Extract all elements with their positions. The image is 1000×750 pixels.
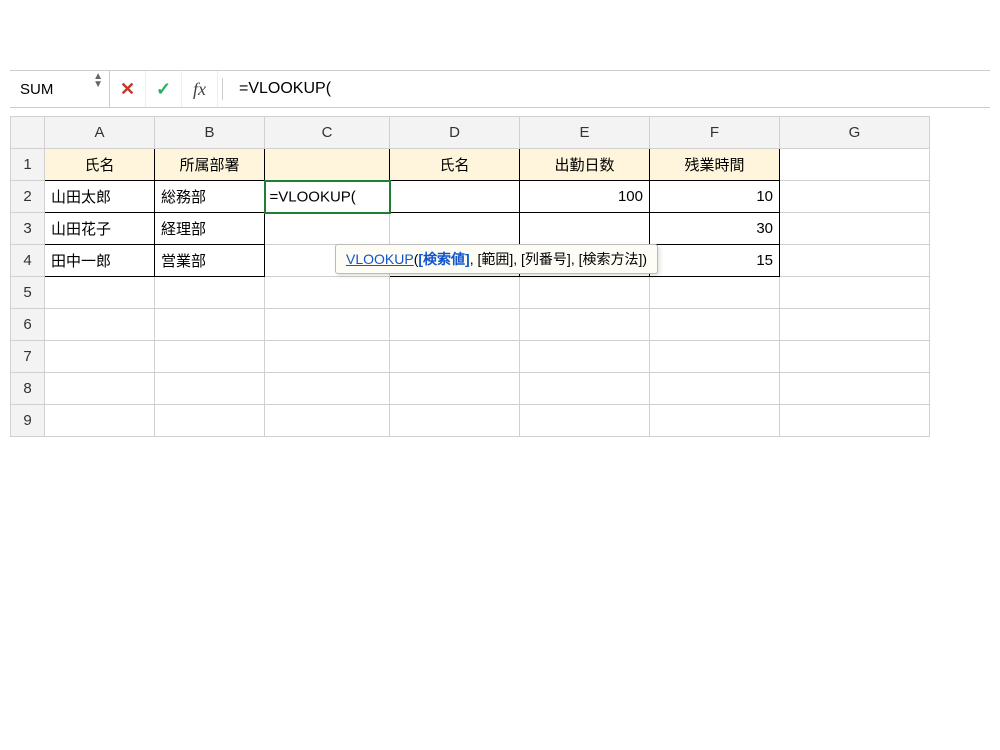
cell-C6[interactable] (265, 309, 390, 341)
formula-bar: SUM ▲ ▼ ✕ ✓ fx =VLOOKUP( (10, 70, 990, 108)
formula-input[interactable]: =VLOOKUP( (227, 80, 990, 98)
cell-F5[interactable] (650, 277, 780, 309)
cell-D1[interactable]: 氏名 (390, 149, 520, 181)
cell-B6[interactable] (155, 309, 265, 341)
cell-F4[interactable]: 15 (650, 245, 780, 277)
cell-F3[interactable]: 30 (650, 213, 780, 245)
col-header-A[interactable]: A (45, 117, 155, 149)
select-all-corner[interactable] (11, 117, 45, 149)
cell-C2-text: =VLOOKUP( (270, 188, 360, 205)
cell-F7[interactable] (650, 341, 780, 373)
spreadsheet-grid[interactable]: A B C D E F G 1 氏名 所属部署 氏名 出勤日数 残業時間 2 山… (10, 116, 930, 437)
confirm-icon: ✓ (156, 79, 171, 100)
row-header-4[interactable]: 4 (11, 245, 45, 277)
col-header-B[interactable]: B (155, 117, 265, 149)
name-box-spinner[interactable]: ▲ ▼ (93, 73, 103, 89)
cell-D3[interactable] (390, 213, 520, 245)
cell-B2[interactable]: 総務部 (155, 181, 265, 213)
cell-E9[interactable] (520, 405, 650, 437)
cell-B4[interactable]: 営業部 (155, 245, 265, 277)
cell-G2[interactable] (780, 181, 930, 213)
col-header-F[interactable]: F (650, 117, 780, 149)
cell-E6[interactable] (520, 309, 650, 341)
cell-D8[interactable] (390, 373, 520, 405)
fx-icon: fx (193, 79, 206, 100)
col-header-E[interactable]: E (520, 117, 650, 149)
tooltip-fn-name[interactable]: VLOOKUP (346, 251, 414, 267)
cell-A9[interactable] (45, 405, 155, 437)
cell-G1[interactable] (780, 149, 930, 181)
cell-G9[interactable] (780, 405, 930, 437)
function-tooltip[interactable]: VLOOKUP([検索値], [範囲], [列番号], [検索方法]) (335, 244, 658, 274)
divider (222, 78, 223, 100)
cell-A4[interactable]: 田中一郎 (45, 245, 155, 277)
tooltip-arg-active[interactable]: [検索値] (418, 251, 469, 267)
cell-A6[interactable] (45, 309, 155, 341)
cell-F2[interactable]: 10 (650, 181, 780, 213)
cell-G6[interactable] (780, 309, 930, 341)
formula-cancel-button[interactable]: ✕ (110, 71, 146, 107)
cell-D9[interactable] (390, 405, 520, 437)
cell-E3[interactable] (520, 213, 650, 245)
cell-D7[interactable] (390, 341, 520, 373)
cell-C8[interactable] (265, 373, 390, 405)
row-header-3[interactable]: 3 (11, 213, 45, 245)
col-header-C[interactable]: C (265, 117, 390, 149)
cell-A8[interactable] (45, 373, 155, 405)
cell-C9[interactable] (265, 405, 390, 437)
insert-function-button[interactable]: fx (182, 71, 218, 107)
cell-B7[interactable] (155, 341, 265, 373)
row-header-9[interactable]: 9 (11, 405, 45, 437)
cell-E5[interactable] (520, 277, 650, 309)
chevron-down-icon[interactable]: ▼ (93, 81, 103, 89)
col-header-G[interactable]: G (780, 117, 930, 149)
name-box[interactable]: SUM ▲ ▼ (10, 71, 110, 107)
cell-G4[interactable] (780, 245, 930, 277)
cell-E1[interactable]: 出勤日数 (520, 149, 650, 181)
cell-F1[interactable]: 残業時間 (650, 149, 780, 181)
cell-A3[interactable]: 山田花子 (45, 213, 155, 245)
cell-A7[interactable] (45, 341, 155, 373)
cell-B9[interactable] (155, 405, 265, 437)
cancel-icon: ✕ (120, 79, 135, 100)
cell-D2[interactable] (390, 181, 520, 213)
row-header-8[interactable]: 8 (11, 373, 45, 405)
cell-F8[interactable] (650, 373, 780, 405)
cell-E8[interactable] (520, 373, 650, 405)
cell-G5[interactable] (780, 277, 930, 309)
cell-C3[interactable] (265, 213, 390, 245)
name-box-value: SUM (20, 81, 53, 98)
cell-C1[interactable] (265, 149, 390, 181)
tooltip-rest: , [範囲], [列番号], [検索方法]) (470, 251, 647, 267)
cell-A2[interactable]: 山田太郎 (45, 181, 155, 213)
row-header-5[interactable]: 5 (11, 277, 45, 309)
cell-B8[interactable] (155, 373, 265, 405)
cell-B5[interactable] (155, 277, 265, 309)
col-header-D[interactable]: D (390, 117, 520, 149)
cell-B1[interactable]: 所属部署 (155, 149, 265, 181)
cell-A5[interactable] (45, 277, 155, 309)
row-header-2[interactable]: 2 (11, 181, 45, 213)
cell-D5[interactable] (390, 277, 520, 309)
cell-G8[interactable] (780, 373, 930, 405)
row-header-6[interactable]: 6 (11, 309, 45, 341)
formula-confirm-button[interactable]: ✓ (146, 71, 182, 107)
cell-D6[interactable] (390, 309, 520, 341)
cell-B3[interactable]: 経理部 (155, 213, 265, 245)
cell-E7[interactable] (520, 341, 650, 373)
cell-C7[interactable] (265, 341, 390, 373)
row-header-7[interactable]: 7 (11, 341, 45, 373)
row-header-1[interactable]: 1 (11, 149, 45, 181)
formula-input-text: =VLOOKUP( (239, 80, 331, 97)
cell-F6[interactable] (650, 309, 780, 341)
cell-G3[interactable] (780, 213, 930, 245)
cell-F9[interactable] (650, 405, 780, 437)
cell-G7[interactable] (780, 341, 930, 373)
cell-E2[interactable]: 100 (520, 181, 650, 213)
cell-C5[interactable] (265, 277, 390, 309)
spreadsheet-app: SUM ▲ ▼ ✕ ✓ fx =VLOOKUP( A B C D E F (0, 0, 1000, 750)
cell-A1[interactable]: 氏名 (45, 149, 155, 181)
cell-C2-editing[interactable]: =VLOOKUP( (265, 181, 390, 213)
